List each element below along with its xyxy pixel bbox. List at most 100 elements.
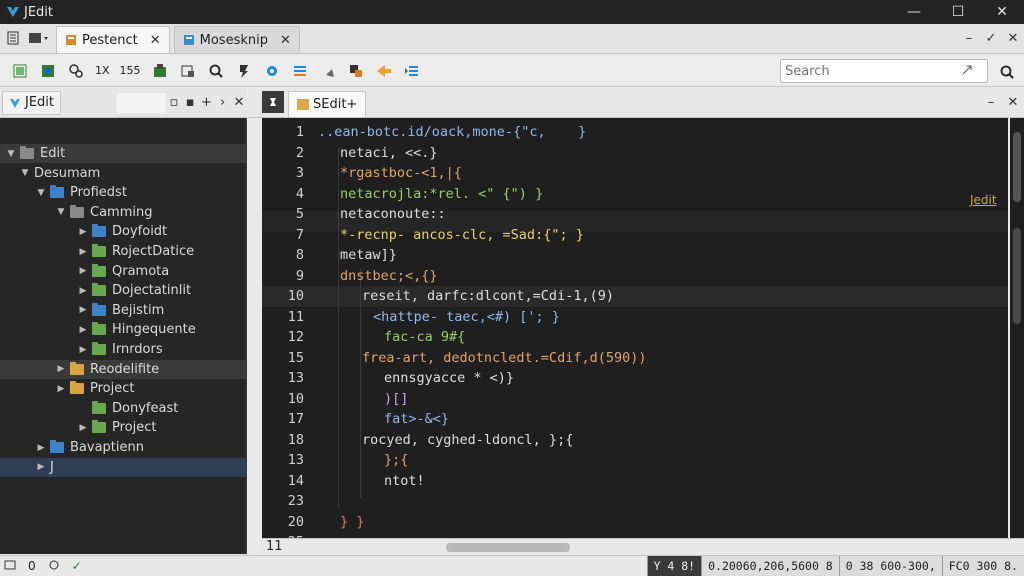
status-check[interactable]: ✓ [72, 559, 82, 573]
forward-icon[interactable]: › [215, 95, 231, 110]
plugin-icon[interactable] [260, 59, 284, 83]
code-line[interactable]: <hattpe- taec,<#) ['; } [373, 307, 560, 328]
print-icon[interactable] [176, 59, 200, 83]
tree-item[interactable]: ▶ Bavaptienn [0, 438, 247, 457]
code-line[interactable]: } } [340, 512, 364, 533]
expand-arrow-icon[interactable]: ▶ [56, 364, 66, 374]
code-line[interactable]: rocyed, cyghed-ldoncl, };{ [362, 430, 573, 451]
code-line[interactable]: frea-art, dedotncledt.=Cdif,d(590)) [362, 348, 646, 369]
editor-vertical-scrollbar[interactable] [1010, 118, 1024, 538]
minimize-editor-button[interactable]: – [980, 95, 1002, 110]
refresh-icon[interactable] [48, 559, 60, 574]
code-line[interactable]: netaci, <<.} [340, 143, 438, 164]
check-button[interactable]: ✓ [980, 31, 1002, 46]
maximize-button[interactable]: ☐ [936, 0, 980, 24]
toolbar-155-label[interactable]: 155 [117, 59, 144, 83]
close-window-button[interactable]: ✕ [980, 0, 1024, 24]
expand-arrow-icon[interactable]: ▶ [78, 227, 88, 237]
code-line[interactable]: dnstbec;<,{} [340, 266, 438, 287]
close-tab-icon[interactable]: ✕ [280, 33, 291, 48]
code-line[interactable]: ennsgyacce * <)} [384, 368, 514, 389]
code-line[interactable]: *rgastboc-<1,|{ [340, 163, 462, 184]
code-line[interactable]: fat>-&<} [384, 409, 449, 430]
code-line[interactable]: ..ean-botc.id/oack,mone-{"c, } [318, 122, 586, 143]
add-icon[interactable]: + [198, 95, 214, 110]
expand-arrow-icon[interactable]: ▼ [6, 149, 16, 159]
expand-arrow-icon[interactable]: ▶ [78, 247, 88, 257]
tool-icon[interactable] [316, 59, 340, 83]
tree-item[interactable]: ▶ Irnrdors [0, 340, 247, 359]
expand-arrow-icon[interactable]: ▼ [36, 188, 46, 198]
minimize-pane-button[interactable]: – [958, 31, 980, 46]
buffer-menu-icon[interactable] [28, 27, 50, 49]
list-icon[interactable] [288, 59, 312, 83]
code-line[interactable]: metaw]} [340, 245, 397, 266]
open-file-icon[interactable] [36, 59, 60, 83]
tree-item[interactable]: ▼ Camming [0, 203, 247, 222]
code-line[interactable]: netacrojla:*rel. <" {") } [340, 184, 543, 205]
macro-icon[interactable] [232, 59, 256, 83]
tree-item[interactable]: ▶ RojectDatice [0, 242, 247, 261]
scroll-thumb-secondary[interactable] [1013, 228, 1021, 324]
code-line[interactable]: };{ [384, 450, 408, 471]
close-tab-icon[interactable]: ✕ [150, 33, 161, 48]
search-input[interactable] [781, 63, 961, 79]
run-icon[interactable] [372, 59, 396, 83]
expand-arrow-icon[interactable]: ▶ [36, 443, 46, 453]
expand-arrow-icon[interactable]: ▶ [78, 345, 88, 355]
expand-arrow-icon[interactable]: ▶ [78, 325, 88, 335]
close-panel-button[interactable]: ✕ [231, 95, 247, 110]
code-line[interactable]: *-recnp- ancos-clc, =Sad:{"; } [340, 225, 584, 246]
tree-item[interactable]: ▼ Edit [0, 144, 247, 163]
document-icon[interactable]: ▫ [166, 95, 182, 110]
code-line[interactable]: fac-ca 9#{ [384, 327, 465, 348]
tree-item[interactable]: ▶ Reodelifite [0, 359, 247, 379]
tree-item[interactable]: ▶ Bejistim [0, 301, 247, 320]
expand-arrow-icon[interactable]: ▼ [20, 168, 30, 178]
code-line[interactable]: netaconoute:: [340, 204, 446, 225]
new-folder-icon[interactable]: ▪ [182, 95, 198, 110]
code-content[interactable]: ..ean-botc.id/oack,mone-{"c, } netaci, <<… [314, 118, 1008, 538]
doc-tab-mosesknip[interactable]: Mosesknip ✕ [173, 26, 300, 53]
find-replace-icon[interactable] [64, 59, 88, 83]
expand-arrow-icon[interactable]: ▶ [36, 462, 46, 472]
search-button-icon[interactable] [996, 61, 1018, 83]
tree-item[interactable]: ▶ Hingequente [0, 320, 247, 339]
panel-scrollbar[interactable] [246, 118, 247, 554]
new-file-icon[interactable] [8, 59, 32, 83]
code-line[interactable]: reseit, darfc:dlcont,=Cdi-1,(9) [362, 286, 614, 307]
jedit-marker-link[interactable]: Jedit [970, 193, 997, 207]
doc-tab-pestenct[interactable]: Pestenct ✕ [56, 26, 170, 53]
text-area[interactable]: 1234578910111215131017181314232025 ..ean… [262, 118, 1008, 550]
tree-item[interactable]: ▼ Profiedst [0, 183, 247, 202]
code-line[interactable]: ntot! [384, 471, 425, 492]
tree-item[interactable]: Donyfeast [0, 399, 247, 418]
hscroll-thumb[interactable] [446, 543, 570, 552]
expand-arrow-icon[interactable]: ▶ [78, 305, 88, 315]
editor-horizontal-scrollbar[interactable]: 11 [262, 538, 1024, 554]
search-icon[interactable] [204, 59, 228, 83]
expand-arrow-icon[interactable]: ▼ [56, 207, 66, 217]
close-editor-button[interactable]: ✕ [1002, 95, 1024, 110]
tree-item[interactable]: ▶ Project [0, 418, 247, 437]
save-icon[interactable] [148, 59, 172, 83]
expand-arrow-icon[interactable]: ▶ [78, 266, 88, 276]
scroll-thumb[interactable] [1013, 132, 1021, 202]
expand-arrow-icon[interactable]: ▶ [56, 384, 66, 394]
panel-path-field[interactable] [117, 92, 166, 113]
close-pane-button[interactable]: ✕ [1002, 31, 1024, 46]
file-list-icon[interactable] [2, 27, 24, 49]
build-icon[interactable] [344, 59, 368, 83]
tree-item[interactable]: ▶ Dojectatinlit [0, 281, 247, 300]
tree-item[interactable]: ▼ Desumam [0, 164, 247, 183]
toolbar-1x-label[interactable]: 1X [92, 59, 113, 83]
tree-item[interactable]: ▶ Project [0, 379, 247, 398]
indent-icon[interactable] [400, 59, 424, 83]
minimize-button[interactable]: — [892, 0, 936, 24]
pin-icon[interactable] [262, 91, 284, 113]
tree-item[interactable]: ▶ Qramota [0, 262, 247, 281]
tree-item[interactable]: ▶ Doyfoidt [0, 222, 247, 241]
file-browser-tab[interactable]: JEdit [2, 90, 62, 115]
tree-item[interactable]: ▶ J [0, 457, 247, 477]
code-line[interactable]: )[] [384, 389, 408, 410]
